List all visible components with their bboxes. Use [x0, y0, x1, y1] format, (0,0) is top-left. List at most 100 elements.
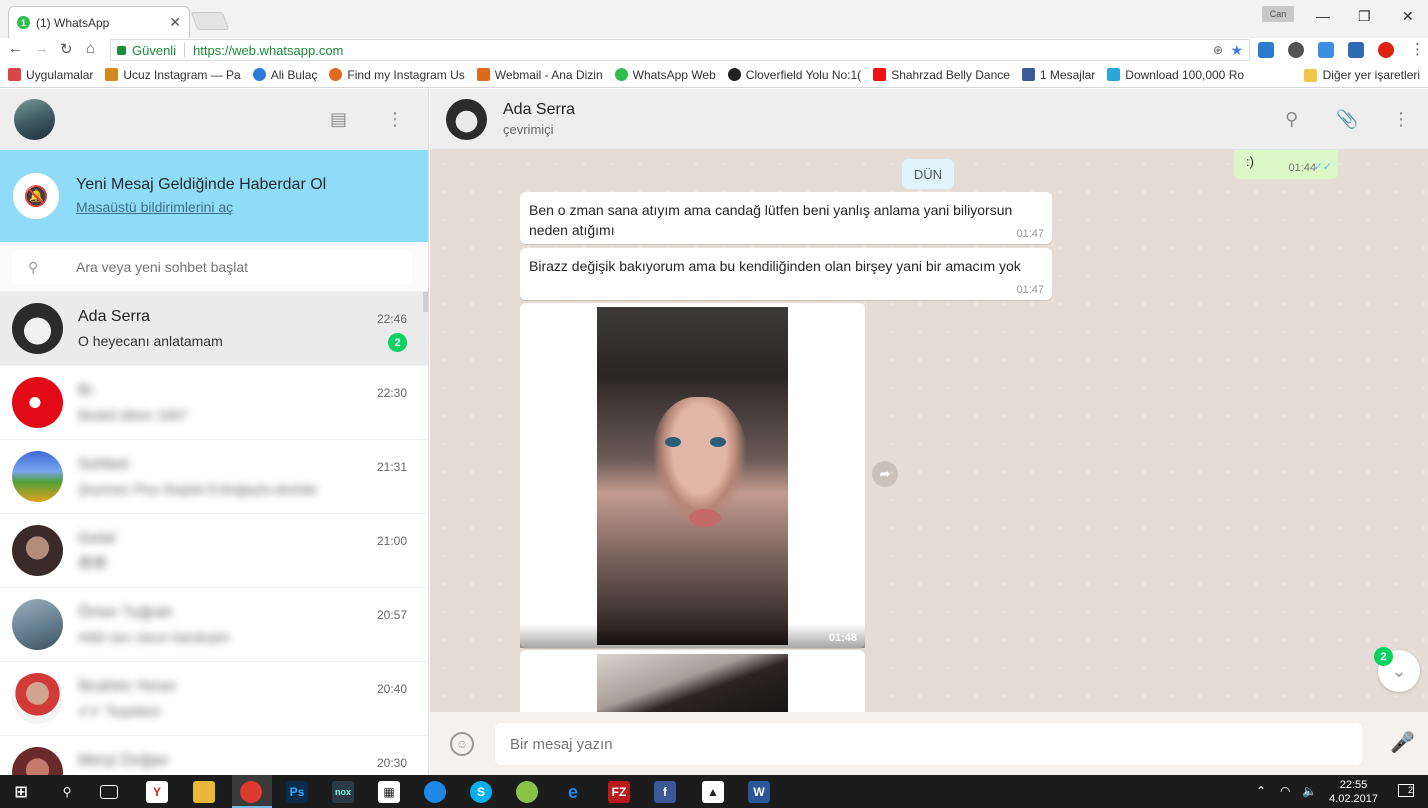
- message-input[interactable]: [495, 723, 1362, 765]
- app-icon[interactable]: [516, 781, 538, 803]
- action-center-icon[interactable]: 2: [1398, 784, 1414, 797]
- volume-icon[interactable]: 🔈: [1302, 784, 1317, 798]
- other-bookmarks[interactable]: Diğer yer işaretleri: [1303, 68, 1420, 82]
- start-icon[interactable]: ⊞: [10, 781, 32, 803]
- photoshop-icon[interactable]: Ps: [286, 781, 308, 803]
- chat-item[interactable]: Sohbet Şeyman Plus Başlat Erdoğayla-deel…: [0, 440, 428, 514]
- menu-dots-icon[interactable]: ⋮: [1392, 109, 1410, 130]
- home-icon[interactable]: ⌂: [86, 40, 95, 57]
- new-tab-button[interactable]: [190, 12, 230, 30]
- wifi-icon[interactable]: ◠: [1280, 784, 1290, 798]
- back-icon[interactable]: ←: [8, 40, 23, 57]
- minimize-icon[interactable]: —: [1316, 8, 1330, 24]
- double-check-icon: ✓✓: [1313, 161, 1332, 173]
- bell-off-icon: 🔕: [13, 173, 59, 219]
- sidebar-scrollbar[interactable]: [423, 292, 428, 312]
- attach-icon[interactable]: 📎: [1336, 109, 1358, 130]
- zoom-icon[interactable]: ⊕: [1213, 43, 1223, 57]
- outgoing-message[interactable]: :) 01:44 ✓✓: [1234, 150, 1338, 179]
- bookmark-item[interactable]: Shahrzad Belly Dance: [873, 68, 1010, 82]
- chrome-icon[interactable]: [240, 781, 262, 803]
- tab-title: (1) WhatsApp: [36, 15, 110, 30]
- whatsapp-app: ▤ ⋮ 🔕 Yeni Mesaj Geldiğinde Haberdar Ol …: [0, 89, 1428, 775]
- taskbar-clock[interactable]: 22:55 4.02.2017: [1329, 778, 1378, 806]
- message-text: Birazz değişik bakıyorum ama bu kendiliğ…: [529, 258, 1021, 274]
- secure-label: Güvenli: [132, 42, 177, 58]
- microphone-icon[interactable]: 🎤: [1390, 730, 1415, 755]
- yandex-icon[interactable]: Y: [146, 781, 168, 803]
- conversation-header[interactable]: Ada Serra çevrimiçi ⚲ 📎 ⋮: [430, 89, 1428, 150]
- chevron-down-icon[interactable]: ⌄: [845, 656, 855, 670]
- filezilla-icon[interactable]: FZ: [608, 781, 630, 803]
- search-box[interactable]: ⚲: [12, 250, 412, 284]
- bookmark-icon: [1107, 68, 1121, 81]
- chat-item[interactable]: Bı Bedeli dilsin 1887 22:30: [0, 366, 428, 440]
- bookmark-item[interactable]: Find my Instagram Us: [329, 68, 465, 82]
- image-overlay: [520, 624, 865, 648]
- search-icon[interactable]: ⚲: [1285, 109, 1298, 130]
- bookmark-label: Ucuz Instagram — Pa: [123, 67, 241, 82]
- contact-avatar[interactable]: [446, 99, 487, 140]
- bookmark-item[interactable]: Uygulamalar: [8, 68, 93, 82]
- image-message[interactable]: ⌄: [520, 650, 865, 712]
- message-area[interactable]: :) 01:44 ✓✓ DÜN Ben o zman sana atıyım a…: [430, 150, 1428, 712]
- bookmark-item[interactable]: 1 Mesajlar: [1021, 68, 1095, 82]
- bookmark-item[interactable]: Ali Bulaç: [252, 68, 317, 82]
- photo-thumbnail[interactable]: [597, 307, 788, 645]
- close-window-icon[interactable]: ✕: [1402, 8, 1414, 25]
- tab-whatsapp[interactable]: 1 (1) WhatsApp ✕: [8, 6, 190, 38]
- nox-icon[interactable]: nox: [332, 781, 354, 803]
- search-input[interactable]: [76, 259, 396, 275]
- extension-icon[interactable]: [1258, 42, 1274, 58]
- task-view-icon[interactable]: [100, 785, 118, 799]
- notification-banner[interactable]: 🔕 Yeni Mesaj Geldiğinde Haberdar Ol Masa…: [0, 150, 428, 242]
- incoming-message[interactable]: Birazz değişik bakıyorum ama bu kendiliğ…: [520, 248, 1052, 300]
- close-tab-icon[interactable]: ✕: [169, 14, 181, 31]
- secure-indicator[interactable]: Güvenli: [117, 43, 176, 58]
- facebook-icon[interactable]: f: [654, 781, 676, 803]
- message-time: 01:48: [828, 632, 857, 644]
- maximize-icon[interactable]: ❐: [1358, 8, 1371, 25]
- bookmark-item[interactable]: Download 100,000 Ro: [1107, 68, 1244, 82]
- extension-icon[interactable]: [1318, 42, 1334, 58]
- my-avatar[interactable]: [14, 99, 55, 140]
- address-bar[interactable]: Güvenli https://web.whatsapp.com ⊕ ★: [110, 39, 1250, 61]
- photo-thumbnail[interactable]: [597, 654, 788, 712]
- chat-name: Gelal: [78, 530, 116, 547]
- bookmark-star-icon[interactable]: ★: [1230, 42, 1243, 59]
- incoming-message[interactable]: Ben o zman sana atıyım ama candağ lütfen…: [520, 192, 1052, 244]
- chat-last-message: Bedeli dilsin 1887: [78, 407, 188, 423]
- chat-item-ada-serra[interactable]: Ada Serra O heyecanı anlatamam 22:46 2: [0, 292, 428, 366]
- adblock-icon[interactable]: [1378, 42, 1394, 58]
- emoji-icon[interactable]: ☺: [450, 732, 474, 756]
- forward-icon[interactable]: →: [34, 40, 49, 57]
- menu-dots-icon[interactable]: ⋮: [1410, 40, 1425, 58]
- extension-icon[interactable]: [1288, 42, 1304, 58]
- bookmark-item[interactable]: WhatsApp Web: [614, 68, 716, 82]
- word-icon[interactable]: W: [748, 781, 770, 803]
- reload-icon[interactable]: ↻: [60, 40, 73, 58]
- skype-icon[interactable]: S: [470, 781, 492, 803]
- profile-badge[interactable]: Can: [1262, 6, 1294, 22]
- chat-item[interactable]: İbrahim Yener ✔✔ Teşekkür 20:40: [0, 662, 428, 736]
- bookmark-item[interactable]: Ucuz Instagram — Pa: [105, 67, 241, 82]
- tray-chevron-icon[interactable]: ⌃: [1256, 784, 1266, 798]
- search-icon[interactable]: ⚲: [56, 781, 78, 803]
- store-icon[interactable]: ▦: [378, 781, 400, 803]
- photos-icon[interactable]: ▲: [702, 781, 724, 803]
- enable-notifications-link[interactable]: Masaüstü bildirimlerini aç: [76, 199, 233, 215]
- new-chat-icon[interactable]: ▤: [330, 109, 347, 130]
- bookmark-item[interactable]: Cloverfield Yolu No:1(: [727, 68, 861, 82]
- chat-item[interactable]: Meryi Doğan 20:30: [0, 736, 428, 775]
- file-explorer-icon[interactable]: [193, 781, 215, 803]
- chat-item[interactable]: Gelal 😎😎 21:00: [0, 514, 428, 588]
- app-icon[interactable]: [424, 781, 446, 803]
- extension-icon[interactable]: [1348, 42, 1364, 58]
- image-message[interactable]: 01:48: [520, 303, 865, 648]
- menu-dots-icon[interactable]: ⋮: [386, 109, 404, 130]
- chat-item[interactable]: Ömer Tuğrah Alldi ravı olsun kardeşim 20…: [0, 588, 428, 662]
- forward-icon[interactable]: ➦: [872, 461, 898, 487]
- bookmark-item[interactable]: Webmail - Ana Dizin: [476, 68, 603, 82]
- bookmark-icon: [329, 68, 343, 81]
- edge-icon[interactable]: e: [562, 781, 584, 803]
